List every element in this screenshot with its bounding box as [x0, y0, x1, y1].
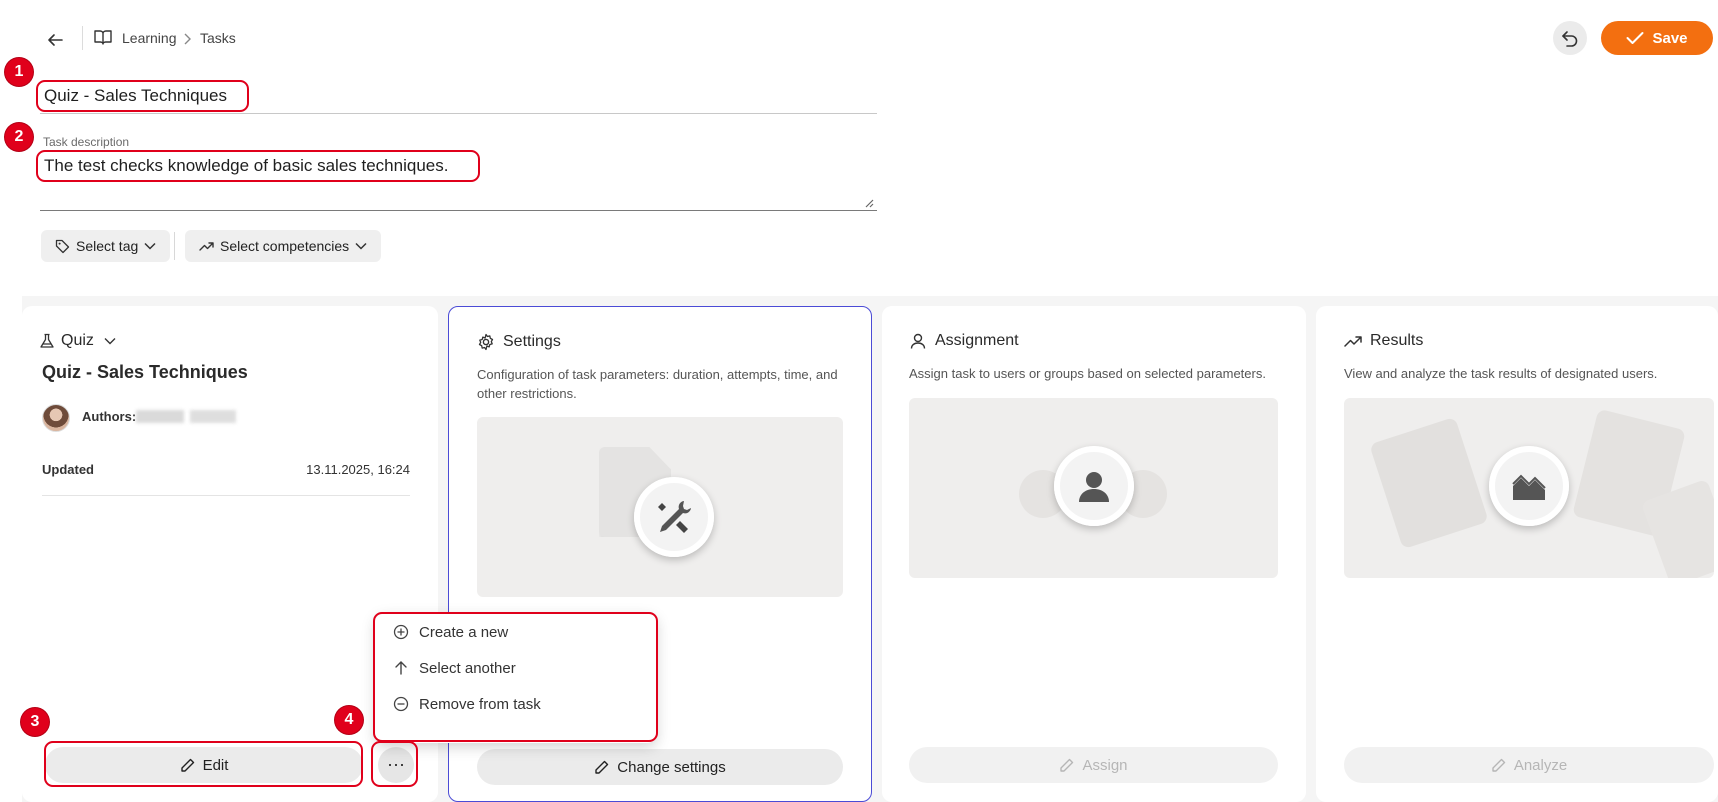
breadcrumb-learning[interactable]: Learning [122, 30, 177, 46]
results-title-label: Results [1370, 332, 1424, 349]
change-settings-button[interactable]: Change settings [477, 749, 843, 785]
highlight-more-button [371, 741, 418, 787]
back-button[interactable] [42, 27, 68, 53]
chip-divider [174, 232, 175, 260]
quiz-type-selector[interactable]: Quiz [39, 332, 116, 350]
select-competencies-label: Select competencies [220, 238, 350, 254]
chevron-right-icon [182, 33, 192, 45]
arrow-left-icon [48, 34, 63, 46]
chevron-down-icon [144, 242, 156, 250]
author-avatar [42, 404, 70, 432]
flask-icon [40, 333, 54, 348]
undo-icon [1562, 31, 1578, 47]
chevron-down-icon [355, 242, 367, 250]
change-settings-label: Change settings [617, 758, 726, 776]
annotation-badge-1: 1 [5, 58, 33, 86]
pencil-icon [1492, 758, 1506, 772]
tools-circle [634, 477, 714, 557]
results-description: View and analyze the task results of des… [1344, 366, 1658, 381]
assignment-title: Assignment [909, 332, 1019, 350]
trend-up-icon [199, 242, 214, 251]
pencil-icon [1060, 758, 1074, 772]
header-divider [82, 26, 83, 50]
assignment-card[interactable]: Assignment Assign task to users or group… [882, 306, 1306, 802]
trend-up-icon [1344, 336, 1362, 347]
check-icon [1626, 32, 1644, 44]
settings-title: Settings [477, 333, 561, 351]
assignment-description: Assign task to users or groups based on … [909, 366, 1266, 381]
assign-label: Assign [1082, 756, 1128, 774]
assignment-title-label: Assignment [935, 332, 1019, 349]
pencil-icon [595, 760, 609, 774]
user-circle [1054, 446, 1134, 526]
save-button[interactable]: Save [1601, 21, 1713, 55]
user-icon [910, 333, 926, 349]
tag-icon [55, 239, 70, 253]
save-label: Save [1652, 29, 1688, 47]
description-underline [40, 210, 877, 211]
settings-illustration [477, 417, 843, 597]
highlight-task-title [36, 80, 249, 112]
tools-icon [658, 501, 691, 533]
select-competencies-button[interactable]: Select competencies [185, 230, 382, 262]
results-title: Results [1344, 332, 1423, 350]
select-tag-label: Select tag [76, 238, 139, 254]
resize-handle-icon[interactable] [864, 198, 874, 208]
gear-icon [478, 333, 494, 351]
quiz-name: Quiz - Sales Techniques [42, 362, 248, 382]
settings-title-label: Settings [503, 333, 561, 350]
authors-label: Authors: [82, 409, 137, 424]
annotation-badge-4: 4 [335, 706, 363, 734]
analyze-label: Analyze [1513, 756, 1568, 774]
document-shape [1369, 416, 1489, 550]
assignment-illustration [909, 398, 1278, 578]
quiz-card-divider [42, 495, 410, 496]
book-icon [94, 29, 112, 45]
breadcrumb-tasks[interactable]: Tasks [200, 30, 236, 46]
select-tag-button[interactable]: Select tag [41, 230, 171, 262]
updated-label: Updated [42, 462, 94, 477]
title-underline [40, 113, 877, 114]
assign-button[interactable]: Assign [909, 747, 1278, 783]
annotation-badge-2: 2 [5, 123, 33, 151]
annotation-badge-3: 3 [21, 708, 49, 736]
chevron-down-icon [104, 338, 116, 345]
quiz-type-label: Quiz [61, 332, 94, 349]
results-card[interactable]: Results View and analyze the task result… [1316, 306, 1718, 802]
settings-description: Configuration of task parameters: durati… [477, 367, 838, 401]
chart-circle [1489, 446, 1569, 526]
analyze-button[interactable]: Analyze [1344, 747, 1714, 783]
updated-value: 13.11.2025, 16:24 [306, 462, 410, 477]
person-icon [1079, 472, 1109, 502]
undo-button[interactable] [1553, 21, 1587, 55]
highlight-task-description [36, 150, 480, 182]
highlight-edit-button [44, 741, 363, 787]
author-name-blurred [136, 410, 236, 423]
chart-image-icon [1512, 474, 1546, 500]
highlight-menu [373, 612, 658, 742]
task-description-label: Task description [43, 135, 130, 149]
results-illustration [1344, 398, 1714, 578]
